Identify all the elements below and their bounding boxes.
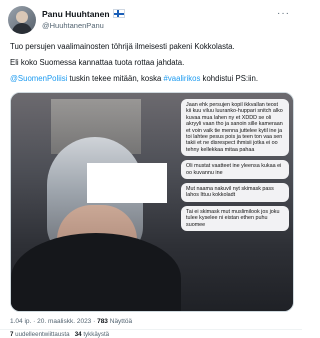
divider (0, 329, 302, 330)
chat-bubble: Oli mustat vaatteet ine yleensa kukaa ei… (181, 160, 289, 180)
tweet-header: Panu Huuhtanen @HuuhtanenPanu ··· (8, 6, 294, 40)
tweet-text-line-3: @SuomenPoliisi tuskin tekee mitään, kosk… (10, 74, 259, 83)
chat-bubble: Mut naama nakuvil nyt skimask pass lahos… (181, 183, 289, 202)
author-handle[interactable]: @HuuhtanenPanu (42, 21, 104, 30)
tweet-meta: 1.04 ip. · 20. maaliskk. 2023 · 783 Näyt… (10, 318, 133, 325)
finland-flag-icon (112, 9, 125, 18)
tweet-text-line-1: Tuo persujen vaalimainosten töhrijä ilme… (10, 42, 235, 51)
avatar[interactable] (8, 6, 36, 34)
tweet-media[interactable]: Jaan ehk persujen kopil ikkvallan teost … (10, 92, 294, 312)
censor-box (87, 163, 167, 203)
mention-link[interactable]: @SuomenPoliisi (10, 74, 67, 83)
tweet-timestamp[interactable]: 1.04 ip. · 20. maaliskk. 2023 · (10, 318, 97, 325)
chat-bubble: Jaan ehk persujen kopil ikkvallan teost … (181, 99, 289, 157)
more-options-icon[interactable]: ··· (277, 8, 290, 19)
hashtag-link[interactable]: #vaalirikos (164, 74, 201, 83)
tweet-text-line-2: Eli koko Suomessa kannattaa tuota rottaa… (10, 58, 185, 67)
views-count: 783 (97, 318, 108, 325)
chat-overlay: Jaan ehk persujen kopil ikkvallan teost … (181, 99, 289, 235)
author-name[interactable]: Panu Huuhtanen (42, 9, 125, 19)
chat-bubble: Tai ei skimask mut muslimilook jos joku … (181, 205, 289, 232)
